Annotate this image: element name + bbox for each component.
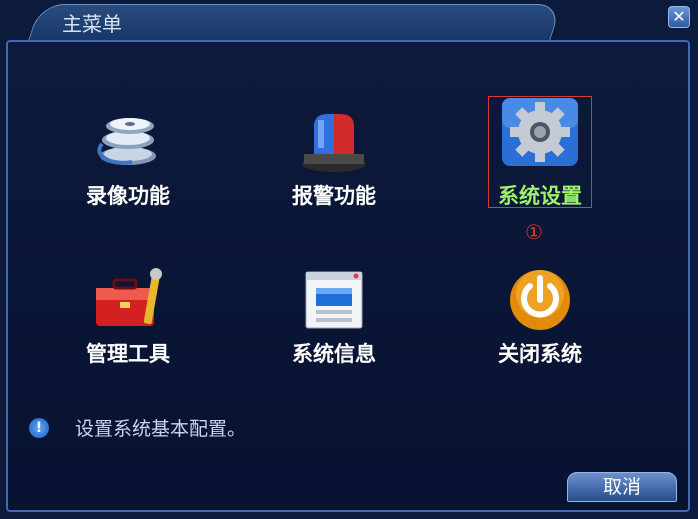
menu-item-label: 关闭系统 [498,342,582,366]
close-icon: ✕ [672,7,686,26]
film-reel-icon [97,118,156,165]
window-title: 主菜单 [62,12,122,36]
close-button[interactable]: ✕ [668,6,690,28]
toolbox-icon [96,268,162,326]
menu-item-label: 管理工具 [86,342,170,366]
main-menu-window: 主菜单 ✕ 录像功能 报警功能 系统设置 ① 管理工具 系统信息 关闭系统 ! … [0,0,698,519]
power-icon [510,270,570,330]
menu-item-management-tools[interactable]: 管理工具 [53,262,203,372]
menu-item-record[interactable]: 录像功能 [53,104,203,214]
info-icon: ! [29,418,49,438]
annotation-marker: ① [525,220,543,244]
menu-item-system-info[interactable]: 系统信息 [259,262,409,372]
menu-item-label: 报警功能 [292,184,376,208]
menu-item-label: 录像功能 [86,184,170,208]
system-info-window-icon [305,271,363,329]
cancel-button[interactable]: 取消 [567,472,677,502]
menu-item-shutdown[interactable]: 关闭系统 [465,262,615,372]
hint-text: 设置系统基本配置。 [75,418,247,440]
menu-item-label: 系统信息 [292,342,376,366]
menu-item-alarm[interactable]: 报警功能 [259,104,409,214]
alarm-siren-icon [302,114,366,172]
selection-highlight [488,96,592,208]
